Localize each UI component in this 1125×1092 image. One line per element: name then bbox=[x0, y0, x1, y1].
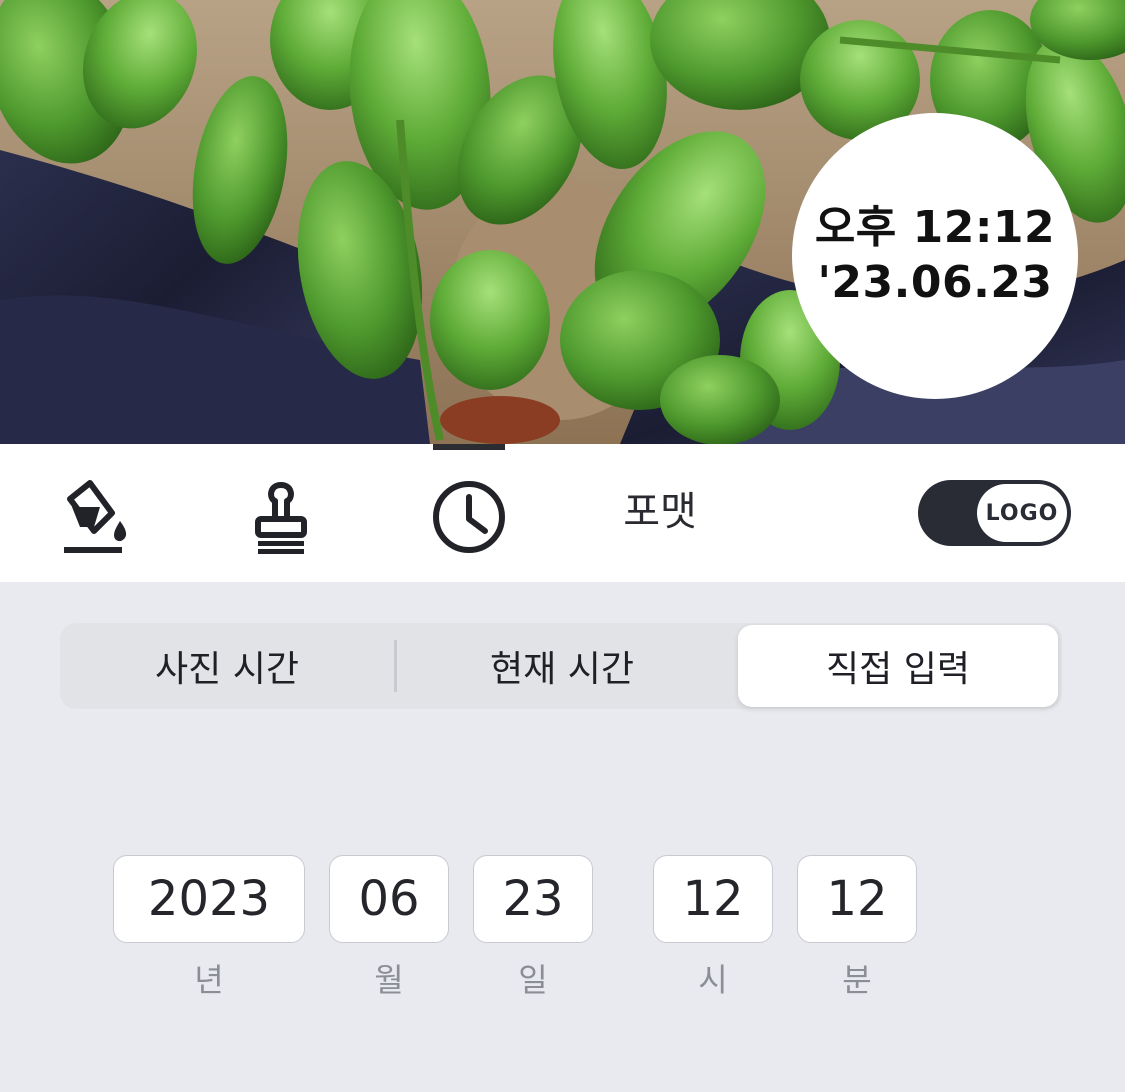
tool-time-button[interactable] bbox=[424, 472, 514, 562]
logo-toggle[interactable]: LOGO bbox=[918, 480, 1071, 546]
tool-stamp-button[interactable] bbox=[236, 472, 326, 562]
day-field[interactable]: 23 bbox=[473, 855, 593, 943]
stamp-time: 오후 12:12 bbox=[814, 202, 1056, 253]
tool-color-button[interactable] bbox=[49, 472, 139, 562]
logo-toggle-label: LOGO bbox=[977, 484, 1067, 542]
segment-current-time[interactable]: 현재 시간 bbox=[394, 623, 730, 709]
hour-unit-label: 시 bbox=[698, 961, 728, 999]
tool-format-button[interactable]: 포맷 bbox=[600, 482, 720, 542]
month-unit-label: 월 bbox=[374, 961, 404, 999]
editor-toolbar: 포맷 LOGO bbox=[0, 444, 1125, 582]
year-field[interactable]: 2023 bbox=[113, 855, 305, 943]
year-unit-label: 년 bbox=[194, 961, 224, 999]
day-unit-label: 일 bbox=[518, 961, 548, 999]
photo-preview: 오후 12:12 '23.06.23 bbox=[0, 0, 1125, 444]
hour-field[interactable]: 12 bbox=[653, 855, 773, 943]
minute-unit-label: 분 bbox=[842, 961, 872, 999]
month-field[interactable]: 06 bbox=[329, 855, 449, 943]
segment-divider bbox=[394, 640, 397, 692]
clock-icon bbox=[433, 481, 505, 553]
time-stamp-overlay[interactable]: 오후 12:12 '23.06.23 bbox=[792, 113, 1078, 399]
stamp-icon bbox=[255, 482, 307, 554]
active-tool-indicator bbox=[433, 444, 505, 450]
segment-photo-time[interactable]: 사진 시간 bbox=[60, 623, 394, 709]
segment-manual-input[interactable]: 직접 입력 bbox=[738, 625, 1058, 707]
time-source-segmented-control: 사진 시간 현재 시간 직접 입력 bbox=[60, 623, 1062, 709]
stamp-date: '23.06.23 bbox=[817, 257, 1053, 308]
minute-field[interactable]: 12 bbox=[797, 855, 917, 943]
paint-bucket-icon bbox=[64, 480, 127, 553]
